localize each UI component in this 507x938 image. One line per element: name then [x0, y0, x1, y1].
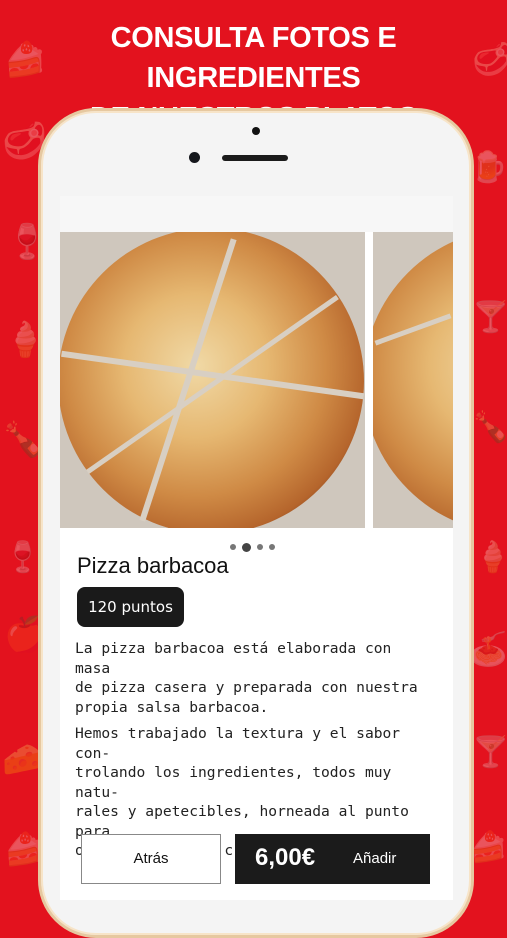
price-label: 6,00€ [255, 844, 316, 871]
front-camera [189, 152, 200, 163]
points-badge: 120 puntos [77, 587, 184, 627]
pager-dot[interactable] [230, 544, 236, 550]
headline-line-1: CONSULTA FOTOS E INGREDIENTES [110, 22, 397, 94]
product-description-1: La pizza barbacoa está elaborada con mas… [75, 640, 418, 716]
cocktail-icon: 🍸 [472, 735, 507, 770]
add-to-cart-button[interactable]: 6,00€ Añadir [235, 834, 430, 884]
pager-dot[interactable] [257, 544, 263, 550]
pager-dot-active[interactable] [242, 542, 251, 552]
beer-icon: 🍺 [470, 150, 507, 185]
pager-dot[interactable] [269, 544, 275, 550]
back-button[interactable]: Atrás [81, 834, 221, 884]
cocktail-icon: 🍸 [472, 300, 507, 335]
wine-glass-icon: 🍷 [4, 540, 42, 575]
pizza-image [373, 232, 453, 528]
next-product-photo[interactable] [373, 232, 453, 528]
ice-cream-icon: 🍦 [474, 540, 507, 575]
product-photo[interactable] [60, 232, 365, 528]
bottle-icon: 🍾 [472, 410, 507, 445]
cheese-icon: 🧀 [2, 740, 42, 778]
pizza-image [60, 232, 364, 528]
product-title: Pizza barbacoa [77, 553, 229, 578]
app-screen: Pizza barbacoa 120 puntos La pizza barba… [60, 196, 453, 900]
status-bar-area [60, 196, 453, 232]
earpiece-speaker [222, 155, 288, 161]
cake-icon: 🍰 [470, 830, 507, 865]
proximity-sensor [252, 127, 260, 135]
photo-pager[interactable] [230, 542, 275, 552]
add-label: Añadir [353, 850, 397, 867]
